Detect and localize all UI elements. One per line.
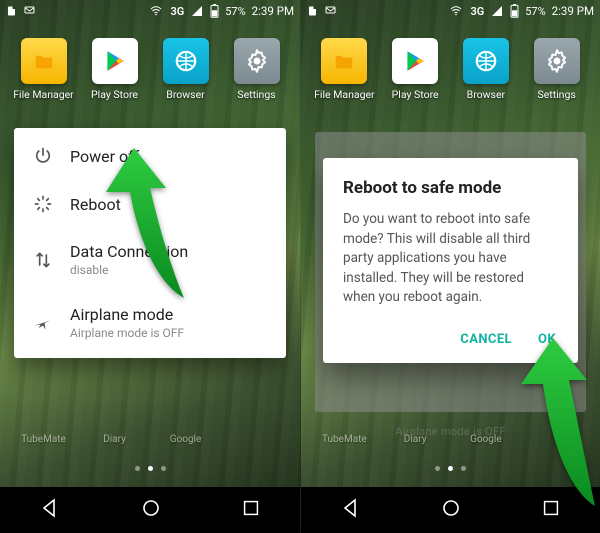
- phone-left: 3G 57% 2:39 PM File Manager Play Store: [0, 0, 300, 533]
- network-label: 3G: [470, 5, 484, 18]
- sim-icon: [6, 5, 18, 17]
- battery-icon: [210, 4, 219, 18]
- data-icon: [32, 250, 54, 270]
- phone-right: 3G 57% 2:39 PM File Manager Play Store: [300, 0, 600, 533]
- dialog-cancel-button[interactable]: CANCEL: [460, 332, 512, 347]
- status-bar: 3G 57% 2:39 PM: [0, 0, 300, 22]
- app-browser[interactable]: Browser: [154, 38, 218, 101]
- wifi-icon: [448, 5, 464, 17]
- annotation-arrow: [513, 338, 600, 528]
- folder-icon: [21, 38, 67, 84]
- signal-icon: [190, 5, 204, 17]
- clock: 2:39 PM: [252, 4, 294, 18]
- page-indicator: [0, 466, 300, 471]
- app-settings[interactable]: Settings: [525, 38, 589, 101]
- mms-icon: [23, 5, 37, 17]
- app-label: Play Store: [392, 88, 439, 101]
- play-store-icon: [92, 38, 138, 84]
- gear-icon: [534, 38, 580, 84]
- browser-icon: [463, 38, 509, 84]
- clock: 2:39 PM: [552, 4, 594, 18]
- browser-icon: [163, 38, 209, 84]
- annotation-arrow: [96, 148, 206, 318]
- ghost-app: TubeMate: [12, 384, 76, 445]
- app-label: Settings: [537, 88, 575, 101]
- dock-row: File Manager Play Store Browser Settings: [301, 38, 600, 101]
- app-file-manager[interactable]: File Manager: [12, 38, 76, 101]
- nav-home[interactable]: [439, 496, 463, 524]
- dialog-title: Reboot to safe mode: [343, 178, 558, 198]
- airplane-icon: [32, 313, 54, 333]
- status-bar: 3G 57% 2:39 PM: [301, 0, 600, 22]
- signal-icon: [490, 5, 504, 17]
- nav-home[interactable]: [139, 496, 163, 524]
- ghost-row: TubeMate Diary Google: [0, 384, 300, 445]
- app-label: Browser: [467, 88, 505, 101]
- app-label: Browser: [166, 88, 204, 101]
- gear-icon: [234, 38, 280, 84]
- safe-mode-dialog: Reboot to safe mode Do you want to reboo…: [323, 158, 578, 363]
- ghost-app: Diary: [83, 384, 147, 445]
- mms-icon: [324, 5, 338, 17]
- play-store-icon: [392, 38, 438, 84]
- app-settings[interactable]: Settings: [225, 38, 289, 101]
- app-play-store[interactable]: Play Store: [83, 38, 147, 101]
- folder-icon: [321, 38, 367, 84]
- battery-icon: [510, 4, 519, 18]
- sim-icon: [307, 5, 319, 17]
- app-browser[interactable]: Browser: [454, 38, 518, 101]
- app-play-store[interactable]: Play Store: [383, 38, 447, 101]
- dock-row: File Manager Play Store Browser Settings: [0, 38, 300, 101]
- wifi-icon: [148, 5, 164, 17]
- nav-recents[interactable]: [240, 497, 262, 523]
- dialog-body: Do you want to reboot into safe mode? Th…: [343, 210, 558, 308]
- app-label: Settings: [237, 88, 275, 101]
- app-label: Play Store: [91, 88, 138, 101]
- ghost-app: Google: [154, 384, 218, 445]
- item-subtitle: Airplane mode is OFF: [70, 326, 184, 340]
- app-label: File Manager: [314, 88, 375, 101]
- nav-bar: [0, 487, 300, 533]
- app-file-manager[interactable]: File Manager: [312, 38, 376, 101]
- app-label: File Manager: [13, 88, 74, 101]
- nav-back[interactable]: [339, 496, 363, 524]
- battery-pct: 57%: [525, 5, 545, 18]
- nav-back[interactable]: [38, 496, 62, 524]
- power-icon: [32, 146, 54, 166]
- reboot-icon: [32, 194, 54, 214]
- network-label: 3G: [170, 5, 184, 18]
- battery-pct: 57%: [225, 5, 245, 18]
